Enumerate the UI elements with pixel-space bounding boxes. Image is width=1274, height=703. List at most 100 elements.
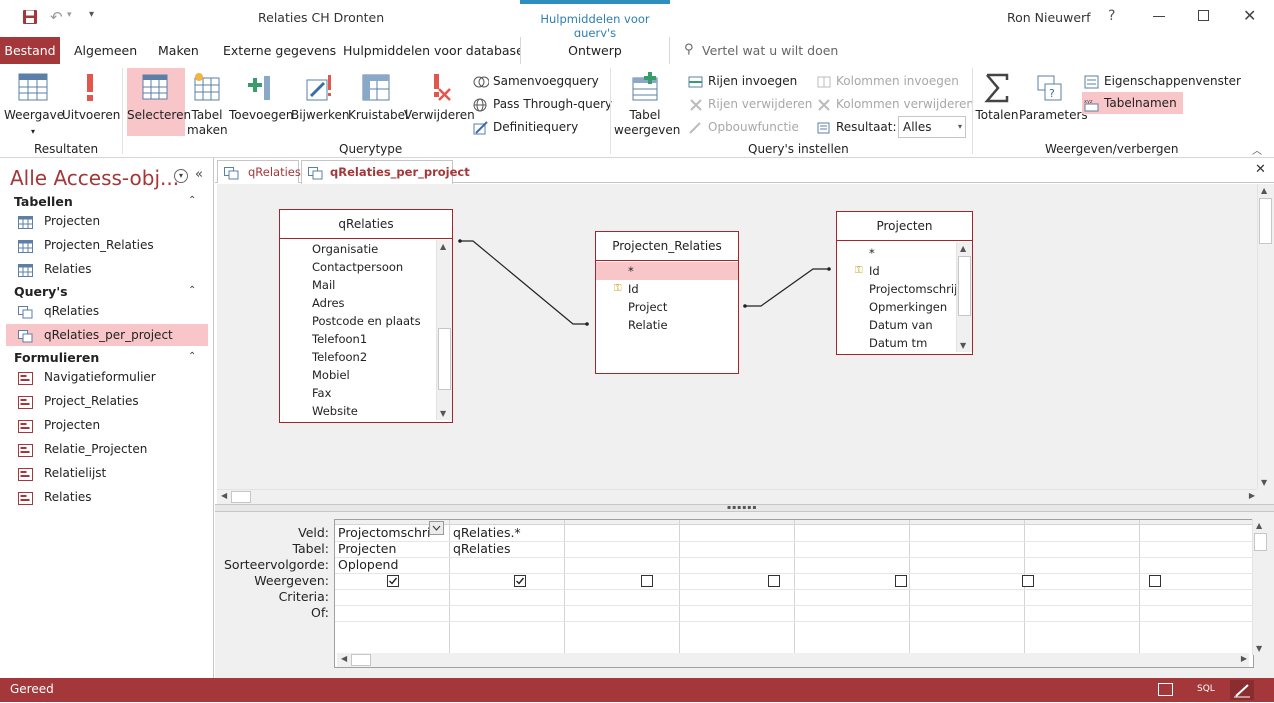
grid-cell-tabel[interactable] bbox=[683, 541, 792, 557]
design-view-icon[interactable] bbox=[1230, 680, 1254, 700]
grid-vscroll[interactable]: ▲ ▼ bbox=[1252, 519, 1268, 655]
pass-through-button[interactable]: Pass Through-query bbox=[473, 94, 612, 114]
nav-item-qrelaties[interactable]: qRelaties bbox=[6, 300, 208, 322]
minimize-icon[interactable] bbox=[1153, 16, 1165, 17]
grid-cell-tabel[interactable] bbox=[913, 541, 1022, 557]
tabelnamen-button[interactable]: xyz Tabelnamen bbox=[1082, 92, 1183, 114]
nav-item-relatielijst[interactable]: Relatielijst bbox=[6, 462, 208, 484]
field-datum-van[interactable]: Datum van bbox=[837, 316, 957, 334]
customize-toolbar-icon[interactable]: ▾ bbox=[89, 9, 94, 20]
grid-cell-veld[interactable] bbox=[798, 525, 907, 541]
grid-cell-sort[interactable] bbox=[568, 557, 677, 573]
nav-item-projecten[interactable]: Projecten bbox=[6, 210, 208, 232]
field-organisatie[interactable]: Organisatie bbox=[280, 240, 436, 258]
grid-cell-sort[interactable] bbox=[1143, 557, 1252, 573]
user-name[interactable]: Ron Nieuwerf bbox=[1007, 10, 1091, 25]
pane-splitter[interactable]: ▪▪▪▪▪▪ bbox=[215, 504, 1274, 512]
grid-cell-tabel[interactable] bbox=[798, 541, 907, 557]
grid-cell-tabel[interactable] bbox=[568, 541, 677, 557]
kruistabel-button[interactable]: Kruistabel bbox=[348, 72, 408, 123]
grid-cell-tabel[interactable]: qRelaties bbox=[453, 541, 562, 557]
collapse-group-icon[interactable]: ⌃ bbox=[188, 351, 196, 362]
field-list-qrelaties[interactable]: qRelaties Organisatie Contactpersoon Mail A… bbox=[279, 209, 453, 423]
field-datum-tm[interactable]: Datum tm bbox=[837, 334, 957, 352]
tab-bestand[interactable]: Bestand bbox=[0, 37, 60, 64]
kolommen-invoegen-button[interactable]: Kolommen invoegen bbox=[816, 71, 959, 91]
field-postcode-en-plaats[interactable]: Postcode en plaats bbox=[280, 312, 436, 330]
save-icon[interactable] bbox=[22, 9, 38, 25]
maximize-icon[interactable] bbox=[1198, 10, 1209, 21]
grid-cell-tabel[interactable]: Projecten bbox=[338, 541, 447, 557]
weergeven-checkbox[interactable] bbox=[641, 575, 653, 587]
field-projectomschrijvi[interactable]: Projectomschrijvi bbox=[837, 280, 957, 298]
tab-ontwerp[interactable]: Ontwerp bbox=[520, 37, 670, 64]
field-list-title[interactable]: Projecten_Relaties bbox=[596, 232, 738, 261]
field-list-title[interactable]: Projecten bbox=[837, 212, 972, 241]
grid-cell-veld[interactable] bbox=[913, 525, 1022, 541]
grid-cell-tabel[interactable] bbox=[1143, 541, 1252, 557]
opbouwfunctie-button[interactable]: Opbouwfunctie bbox=[688, 117, 799, 137]
nav-title[interactable]: Alle Access-obj... bbox=[10, 166, 179, 190]
weergeven-checkbox[interactable] bbox=[768, 575, 780, 587]
grid-cell-veld[interactable] bbox=[683, 525, 792, 541]
grid-cell-sort[interactable] bbox=[683, 557, 792, 573]
field-list-projecten-relaties[interactable]: Projecten_Relaties * ⚿ Id Project Relatie bbox=[595, 231, 739, 374]
nav-menu-icon[interactable]: ▾ bbox=[174, 169, 188, 183]
nav-item-qrelaties-per-project[interactable]: qRelaties_per_project bbox=[6, 324, 208, 346]
tab-hulpmiddelen-databases[interactable]: Hulpmiddelen voor databases bbox=[343, 37, 530, 64]
bijwerken-button[interactable]: Bijwerken bbox=[291, 72, 350, 123]
tabel-weergeven-button[interactable]: Tabel weergeven bbox=[614, 72, 680, 138]
selecteren-button[interactable]: Selecteren bbox=[127, 68, 191, 136]
field-id[interactable]: ⚿ Id bbox=[596, 280, 738, 298]
grid-cell-sort[interactable]: Oplopend bbox=[338, 557, 447, 573]
undo-dropdown-icon[interactable]: ▾ bbox=[67, 10, 72, 20]
resultaat-select[interactable]: Alles ▾ bbox=[898, 116, 966, 138]
field-all[interactable]: * bbox=[596, 262, 738, 280]
collapse-group-icon[interactable]: ⌃ bbox=[188, 285, 196, 296]
field-opmerkingen[interactable]: Opmerkingen bbox=[837, 298, 957, 316]
verwijderen-button[interactable]: Verwijderen bbox=[404, 72, 475, 123]
field-all[interactable]: * bbox=[837, 244, 957, 262]
field-mail[interactable]: Mail bbox=[280, 276, 436, 294]
undo-icon[interactable]: ↶ bbox=[50, 8, 63, 26]
grid-cell-sort[interactable] bbox=[798, 557, 907, 573]
grid-cell-tabel[interactable] bbox=[1028, 541, 1137, 557]
field-list-scrollbar[interactable]: ▲ ▼ bbox=[956, 242, 972, 352]
tab-externe-gegevens[interactable]: Externe gegevens bbox=[223, 37, 336, 64]
field-adres[interactable]: Adres bbox=[280, 294, 436, 312]
veld-dropdown-icon[interactable] bbox=[429, 521, 444, 535]
field-fax[interactable]: Fax bbox=[280, 384, 436, 402]
kolommen-verwijderen-button[interactable]: Kolommen verwijderen bbox=[816, 94, 974, 114]
weergave-button[interactable]: Weergave ▾ bbox=[4, 72, 64, 139]
field-id[interactable]: ⚿ Id bbox=[837, 262, 957, 280]
nav-group-formulieren[interactable]: Formulieren bbox=[14, 350, 99, 365]
grid-cell-sort[interactable] bbox=[913, 557, 1022, 573]
field-contactpersoon[interactable]: Contactpersoon bbox=[280, 258, 436, 276]
grid-cell-veld[interactable] bbox=[568, 525, 677, 541]
rijen-invoegen-button[interactable]: Rijen invoegen bbox=[688, 71, 797, 91]
nav-item-relaties[interactable]: Relaties bbox=[6, 486, 208, 508]
tab-algemeen[interactable]: Algemeen bbox=[74, 37, 137, 64]
tab-maken[interactable]: Maken bbox=[158, 37, 199, 64]
toevoegen-button[interactable]: Toevoegen bbox=[229, 72, 293, 123]
nav-item-project-relaties[interactable]: Project_Relaties bbox=[6, 390, 208, 412]
definitiequery-button[interactable]: Definitiequery bbox=[473, 117, 578, 137]
uitvoeren-button[interactable]: Uitvoeren bbox=[62, 72, 120, 123]
field-telefoon2[interactable]: Telefoon2 bbox=[280, 348, 436, 366]
nav-group-query-s[interactable]: Query's bbox=[14, 284, 68, 299]
totalen-button[interactable]: Totalen bbox=[975, 72, 1019, 123]
weergeven-checkbox[interactable] bbox=[387, 575, 399, 587]
nav-item-navigatieformulier[interactable]: Navigatieformulier bbox=[6, 366, 208, 388]
collapse-group-icon[interactable]: ⌃ bbox=[188, 195, 196, 206]
nav-group-tabellen[interactable]: Tabellen bbox=[14, 194, 73, 209]
field-list-title[interactable]: qRelaties bbox=[280, 210, 452, 239]
rijen-verwijderen-button[interactable]: Rijen verwijderen bbox=[688, 94, 812, 114]
nav-item-relaties[interactable]: Relaties bbox=[6, 258, 208, 280]
field-list-projecten[interactable]: Projecten * ⚿ Id Projectomschrijvi Opmerking… bbox=[836, 211, 973, 355]
grid-cell-veld[interactable]: qRelaties.* bbox=[453, 525, 562, 541]
grid-cell-sort[interactable] bbox=[453, 557, 562, 573]
tabel-maken-button[interactable]: Tabel maken bbox=[187, 72, 228, 138]
datasheet-view-status-icon[interactable] bbox=[1158, 683, 1173, 696]
sql-view-button[interactable]: SQL bbox=[1197, 684, 1215, 694]
collapse-ribbon-icon[interactable]: ︿ bbox=[1252, 142, 1262, 157]
